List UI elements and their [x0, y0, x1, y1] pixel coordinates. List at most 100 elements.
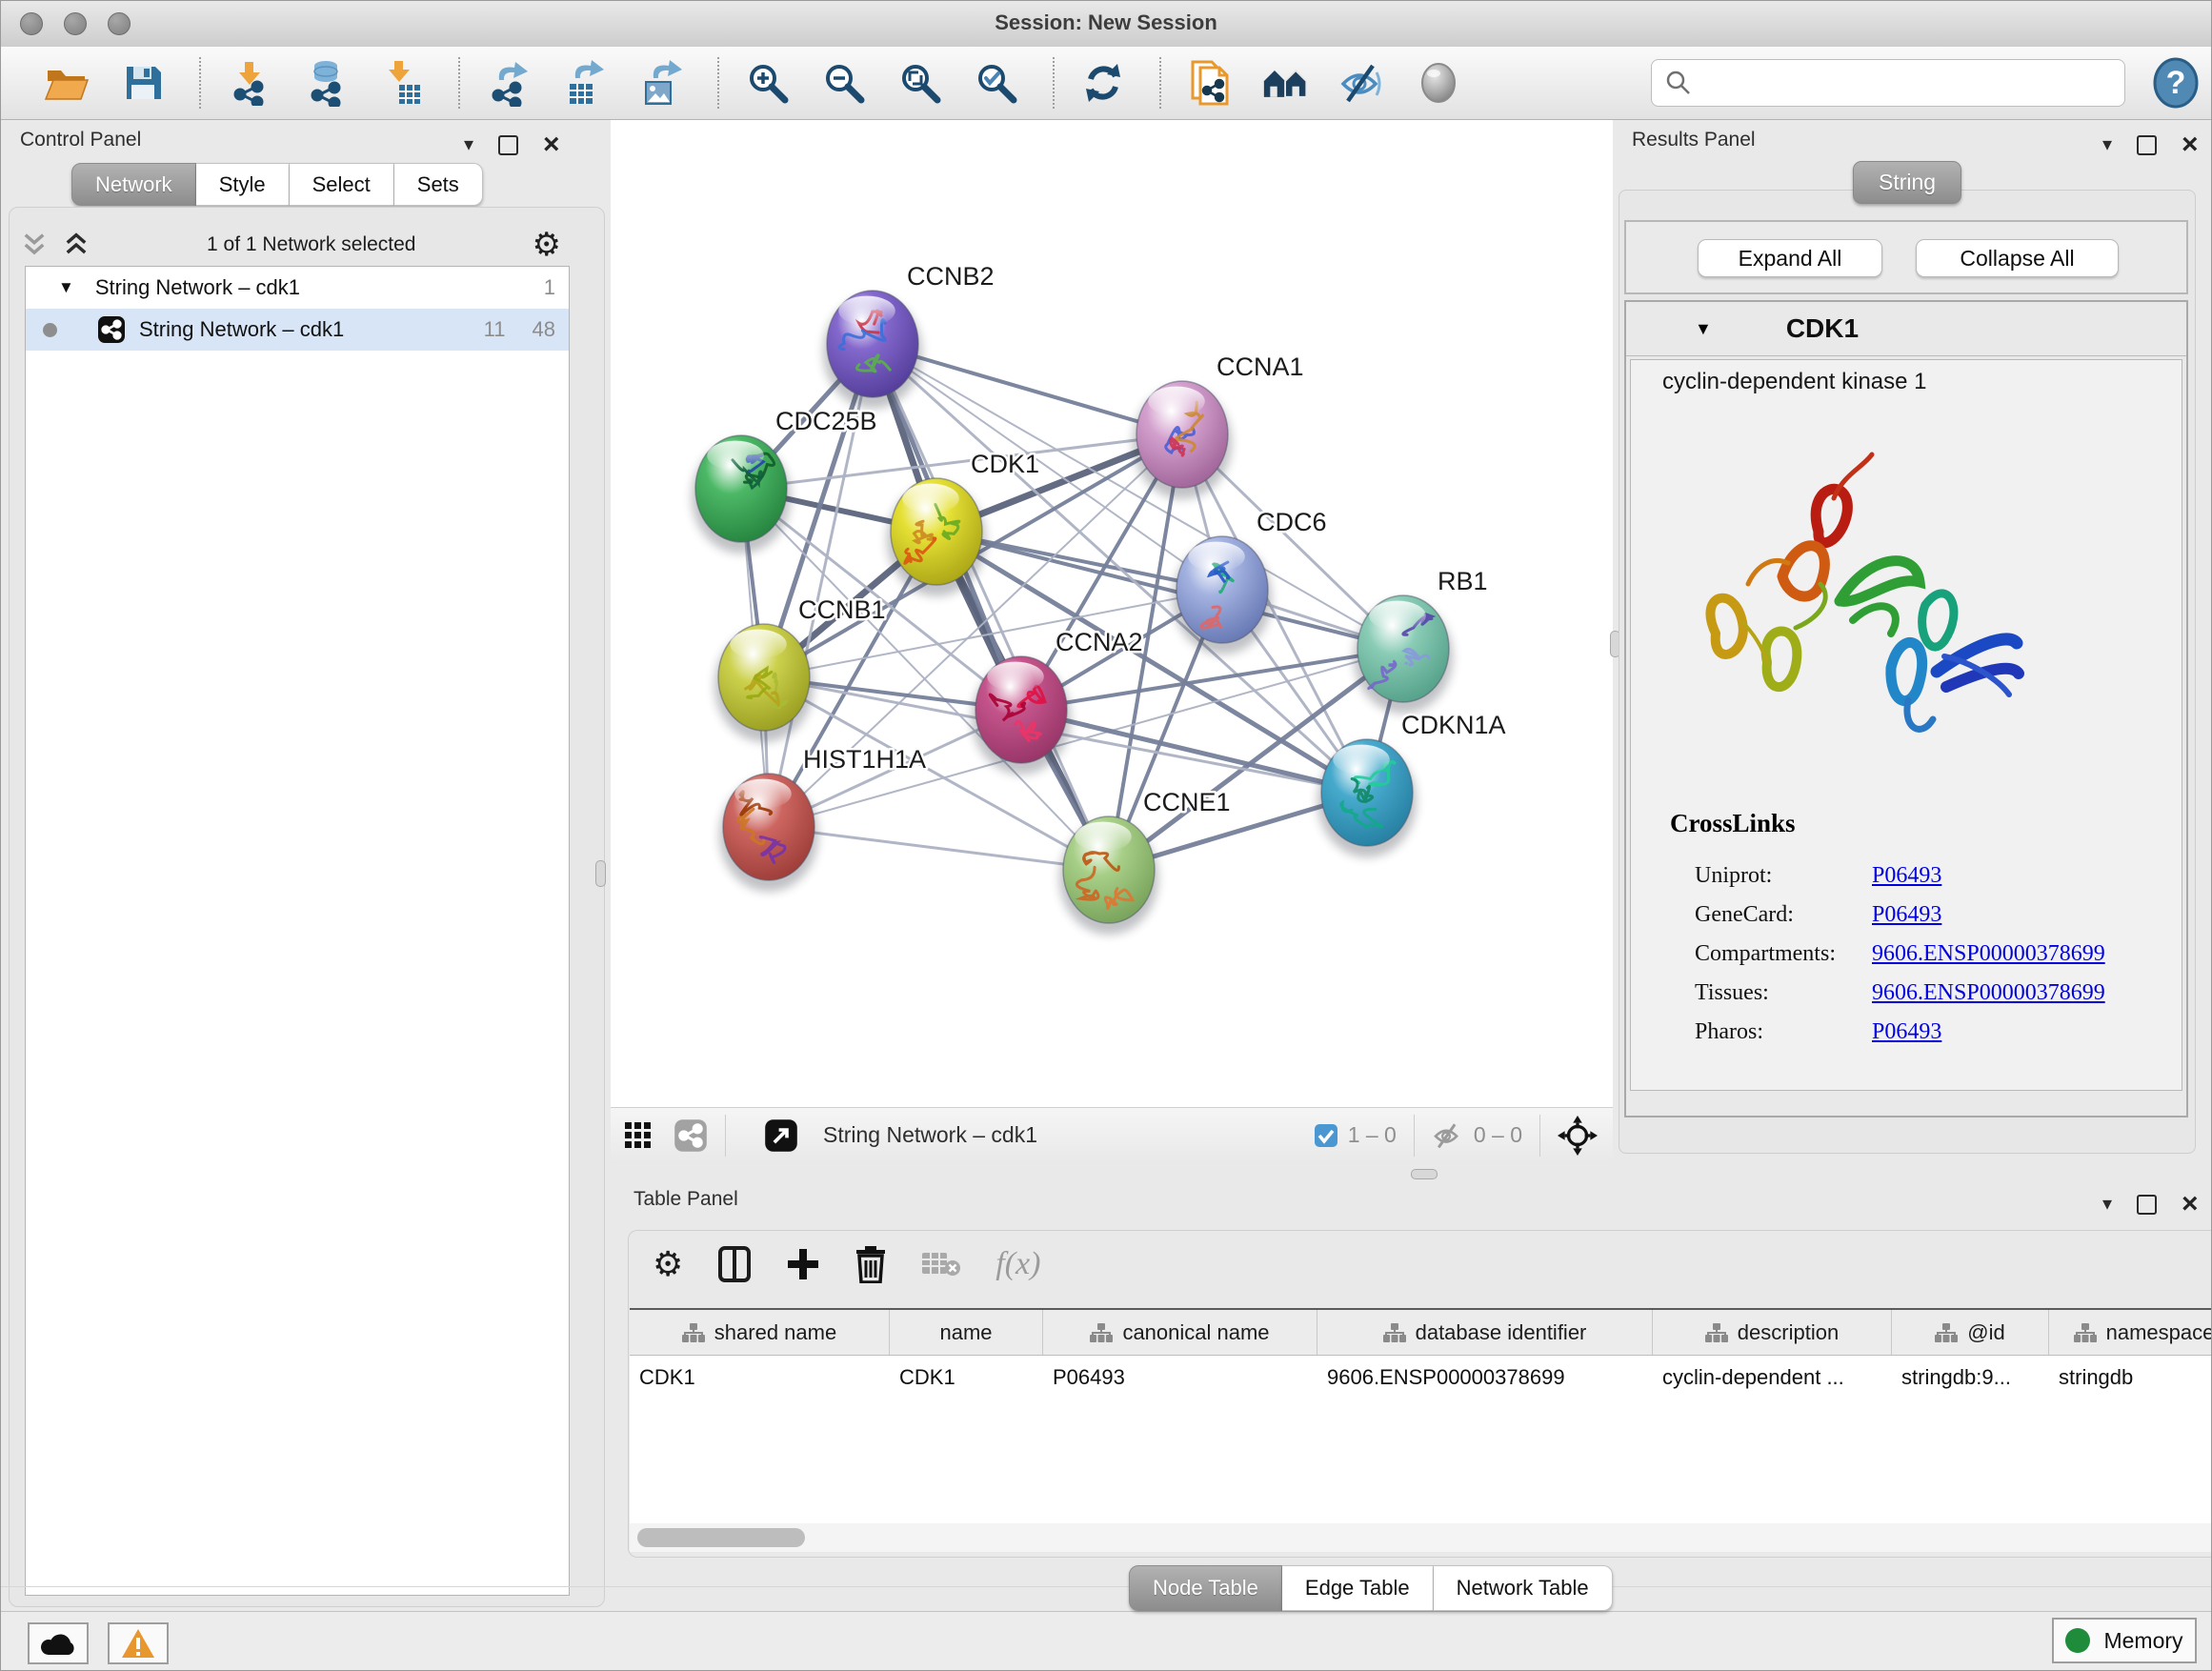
cloud-button[interactable] — [28, 1622, 89, 1664]
table-settings-icon[interactable]: ⚙ — [653, 1247, 683, 1281]
tab-network[interactable]: Network — [71, 163, 196, 206]
zoom-fit-icon[interactable] — [896, 58, 944, 108]
column-header-name[interactable]: name — [890, 1310, 1043, 1355]
network-canvas[interactable]: CCNB2CCNA1CDC25BCDK1CDC6RB1CCNB1CCNA2CDK… — [611, 120, 1613, 1107]
open-file-icon[interactable] — [43, 58, 90, 108]
node-CCNB2[interactable]: CCNB2 — [823, 262, 995, 409]
table-cell[interactable]: stringdb — [2049, 1356, 2212, 1399]
control-panel-float-icon[interactable] — [498, 135, 518, 155]
collapse-all-icon[interactable] — [20, 231, 49, 259]
expand-all-button[interactable]: Expand All — [1698, 239, 1882, 277]
first-neighbors-icon[interactable] — [1262, 58, 1310, 108]
network-view-toolbar: String Network – cdk1 1 – 0 0 – 0 — [611, 1107, 1613, 1162]
node-label-CCNB1: CCNB1 — [798, 595, 886, 624]
node-CDKN1A[interactable]: CDKN1A — [1317, 711, 1506, 857]
section-collapse-triangle-icon[interactable]: ▼ — [1695, 319, 1712, 339]
table-cell[interactable]: CDK1 — [890, 1356, 1043, 1399]
import-table-icon[interactable] — [378, 58, 426, 108]
export-table-icon[interactable] — [561, 58, 609, 108]
expand-all-icon[interactable] — [62, 231, 90, 259]
tab-sets[interactable]: Sets — [394, 163, 483, 206]
zoom-out-icon[interactable] — [820, 58, 868, 108]
node-CCNA1[interactable]: CCNA1 — [1133, 352, 1304, 499]
network-graph[interactable]: CCNB2CCNA1CDC25BCDK1CDC6RB1CCNB1CCNA2CDK… — [611, 120, 1613, 1107]
column-header--id[interactable]: @id — [1892, 1310, 2049, 1355]
show-all-icon[interactable] — [1415, 58, 1462, 108]
node-CDK1[interactable]: CDK1 — [887, 450, 1039, 596]
collapse-all-button[interactable]: Collapse All — [1916, 239, 2119, 277]
column-header-namespace[interactable]: namespace — [2049, 1310, 2212, 1355]
save-session-icon[interactable] — [119, 58, 167, 108]
function-builder-icon[interactable]: f(x) — [995, 1246, 1040, 1282]
table-cell[interactable]: cyclin-dependent ... — [1653, 1356, 1892, 1399]
columns-icon[interactable] — [717, 1245, 752, 1283]
search-input[interactable] — [1701, 63, 2124, 103]
crosslink-link[interactable]: P06493 — [1872, 902, 1941, 928]
clone-network-icon[interactable] — [1186, 58, 1234, 108]
table-cell[interactable]: P06493 — [1043, 1356, 1317, 1399]
bottom-splitter-handle[interactable] — [1411, 1169, 1438, 1179]
results-panel-close-icon[interactable]: × — [2182, 131, 2199, 159]
left-splitter-handle[interactable] — [595, 860, 606, 887]
table-panel-collapse-icon[interactable]: ▾ — [2102, 1195, 2112, 1214]
zoom-selected-icon[interactable] — [973, 58, 1020, 108]
network-badge-icon[interactable] — [674, 1118, 708, 1153]
crosslink-link[interactable]: P06493 — [1872, 863, 1941, 889]
results-panel-collapse-icon[interactable]: ▾ — [2102, 135, 2112, 154]
hidden-eye-icon[interactable] — [1432, 1121, 1464, 1150]
control-panel-close-icon[interactable]: × — [543, 131, 560, 159]
node-HIST1H1A[interactable]: HIST1H1A — [719, 745, 926, 892]
grid-view-icon[interactable] — [624, 1121, 653, 1150]
export-network-icon[interactable] — [485, 58, 533, 108]
birds-eye-view-icon[interactable] — [1558, 1116, 1598, 1156]
tab-edge-table[interactable]: Edge Table — [1282, 1565, 1434, 1611]
collection-expand-triangle-icon[interactable]: ▼ — [58, 278, 74, 297]
node-RB1[interactable]: RB1 — [1354, 567, 1488, 714]
table-cell[interactable]: CDK1 — [630, 1356, 890, 1399]
crosslink-link[interactable]: 9606.ENSP00000378699 — [1872, 980, 2105, 1006]
network-row[interactable]: String Network – cdk1 11 48 — [26, 309, 569, 351]
add-column-icon[interactable] — [786, 1247, 820, 1281]
column-type-icon — [2074, 1322, 2097, 1343]
hide-selected-icon[interactable] — [1338, 58, 1386, 108]
import-network-database-icon[interactable] — [302, 58, 350, 108]
node-CDC25B[interactable]: CDC25B — [692, 407, 877, 554]
tab-string[interactable]: String — [1853, 161, 1961, 204]
crosslink-link[interactable]: 9606.ENSP00000378699 — [1872, 941, 2105, 967]
network-collection-row[interactable]: ▼ String Network – cdk1 1 — [26, 267, 569, 309]
memory-button[interactable]: Memory — [2052, 1618, 2197, 1663]
crosslink-row: Uniprot:P06493 — [1695, 856, 2171, 896]
scrollbar-thumb[interactable] — [637, 1528, 805, 1547]
column-header-canonical-name[interactable]: canonical name — [1043, 1310, 1317, 1355]
selected-checkbox-icon[interactable] — [1314, 1123, 1338, 1148]
column-header-database-identifier[interactable]: database identifier — [1317, 1310, 1653, 1355]
results-section-header[interactable]: ▼ CDK1 — [1626, 302, 2186, 356]
open-in-new-window-icon[interactable] — [764, 1118, 798, 1153]
tab-network-table[interactable]: Network Table — [1434, 1565, 1613, 1611]
table-panel-float-icon[interactable] — [2137, 1195, 2157, 1215]
column-header-description[interactable]: description — [1653, 1310, 1892, 1355]
search-field[interactable] — [1651, 59, 2125, 107]
refresh-icon[interactable] — [1079, 58, 1127, 108]
table-row[interactable]: CDK1CDK1P064939606.ENSP00000378699cyclin… — [630, 1356, 2212, 1399]
delete-column-icon[interactable] — [855, 1245, 887, 1283]
tab-style[interactable]: Style — [196, 163, 290, 206]
export-image-icon[interactable] — [637, 58, 685, 108]
table-horizontal-scrollbar[interactable] — [630, 1523, 2211, 1552]
table-cell[interactable]: stringdb:9... — [1892, 1356, 2049, 1399]
help-icon[interactable]: ? — [2152, 56, 2200, 110]
crosslink-link[interactable]: P06493 — [1872, 1019, 1941, 1045]
table-cell[interactable]: 9606.ENSP00000378699 — [1317, 1356, 1653, 1399]
node-CCNE1[interactable]: CCNE1 — [1059, 788, 1231, 935]
network-options-gear-icon[interactable]: ⚙ — [533, 229, 561, 261]
import-network-file-icon[interactable] — [226, 58, 273, 108]
tab-select[interactable]: Select — [290, 163, 394, 206]
delete-table-icon[interactable] — [921, 1249, 961, 1279]
results-panel-float-icon[interactable] — [2137, 135, 2157, 155]
control-panel-collapse-icon[interactable]: ▾ — [464, 135, 473, 154]
warning-button[interactable] — [108, 1622, 169, 1664]
column-header-shared-name[interactable]: shared name — [630, 1310, 890, 1355]
tab-node-table[interactable]: Node Table — [1129, 1565, 1282, 1611]
table-panel-close-icon[interactable]: × — [2182, 1190, 2199, 1218]
zoom-in-icon[interactable] — [744, 58, 792, 108]
